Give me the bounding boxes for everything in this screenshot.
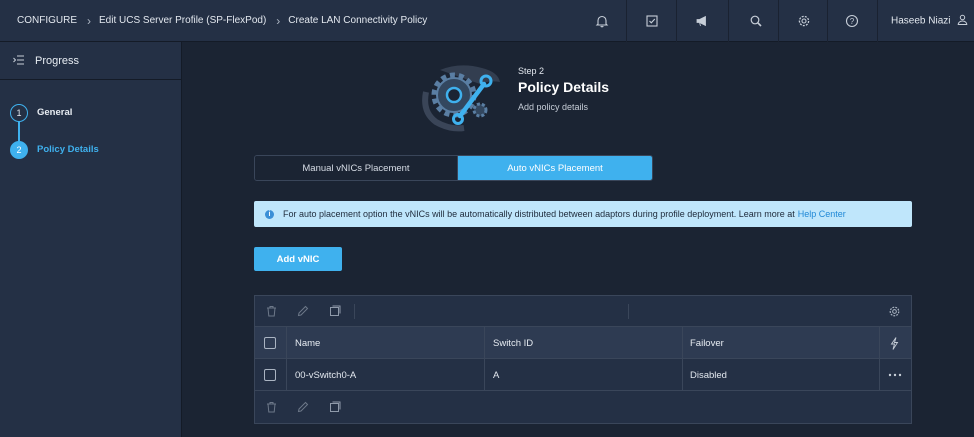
table-toolbar xyxy=(255,296,911,327)
table-header: Name Switch ID Failover xyxy=(255,327,911,359)
progress-sidebar: Progress 1 General 2 Policy Details xyxy=(0,42,182,437)
step-label: Policy Details xyxy=(37,144,99,155)
checklist-icon[interactable] xyxy=(643,12,661,30)
vnic-table: Name Switch ID Failover 00-vSwitch0-A A … xyxy=(254,295,912,424)
cell-switch-id: A xyxy=(493,369,500,381)
chevron-right-icon: › xyxy=(276,13,281,28)
table-bottom-toolbar xyxy=(255,392,911,424)
svg-text:?: ? xyxy=(850,17,855,26)
column-failover[interactable]: Failover xyxy=(690,327,724,359)
info-banner: i For auto placement option the vNICs wi… xyxy=(254,201,912,227)
manual-placement-tab[interactable]: Manual vNICs Placement xyxy=(255,156,458,180)
add-vnic-button[interactable]: Add vNIC xyxy=(254,247,342,271)
help-icon[interactable]: ? xyxy=(843,12,861,30)
table-row[interactable]: 00-vSwitch0-A A Disabled xyxy=(255,359,911,391)
step-general[interactable]: 1 General xyxy=(0,94,181,131)
gear-wrench-illustration-icon xyxy=(420,62,508,132)
clone-icon[interactable] xyxy=(328,400,342,414)
edit-icon[interactable] xyxy=(296,304,310,318)
clone-icon[interactable] xyxy=(328,304,342,318)
info-icon: i xyxy=(265,209,274,219)
gear-icon[interactable] xyxy=(795,12,813,30)
user-icon xyxy=(957,14,968,28)
collapse-menu-icon[interactable] xyxy=(13,52,25,70)
cell-failover: Disabled xyxy=(690,369,727,381)
chevron-right-icon: › xyxy=(87,13,91,28)
user-name: Haseeb Niazi xyxy=(891,15,951,27)
user-menu[interactable]: Haseeb Niazi xyxy=(891,14,968,28)
banner-text: For auto placement option the vNICs will… xyxy=(283,209,795,219)
progress-title: Progress xyxy=(35,54,80,67)
column-actions-lightning-icon xyxy=(890,327,899,359)
step-policy-details[interactable]: 2 Policy Details xyxy=(0,131,181,168)
help-center-link[interactable]: Help Center xyxy=(798,209,846,219)
megaphone-icon[interactable] xyxy=(693,12,711,30)
breadcrumb-edit-profile[interactable]: Edit UCS Server Profile (SP-FlexPod) xyxy=(99,15,266,26)
row-more-actions-icon[interactable] xyxy=(888,359,902,391)
cell-name: 00-vSwitch0-A xyxy=(295,369,357,381)
page-title: Policy Details xyxy=(518,79,610,95)
step-number: 2 xyxy=(10,140,28,159)
bell-icon[interactable] xyxy=(593,12,611,30)
breadcrumb-configure[interactable]: CONFIGURE xyxy=(17,15,77,26)
step-label: General xyxy=(37,107,73,118)
search-icon[interactable] xyxy=(747,12,765,30)
progress-header: Progress xyxy=(0,42,181,80)
edit-icon[interactable] xyxy=(296,400,310,414)
step-indicator: Step 2 xyxy=(518,66,545,76)
column-name[interactable]: Name xyxy=(295,327,320,359)
delete-icon[interactable] xyxy=(264,304,278,318)
step-number: 1 xyxy=(10,103,28,122)
row-checkbox[interactable] xyxy=(264,359,276,391)
table-settings-gear-icon[interactable] xyxy=(887,304,901,318)
auto-placement-tab[interactable]: Auto vNICs Placement xyxy=(457,156,652,180)
select-all-checkbox[interactable] xyxy=(264,327,276,359)
column-switch-id[interactable]: Switch ID xyxy=(493,327,533,359)
vnic-placement-toggle: Manual vNICs Placement Auto vNICs Placem… xyxy=(254,155,653,181)
delete-icon[interactable] xyxy=(264,400,278,414)
top-bar: CONFIGURE › Edit UCS Server Profile (SP-… xyxy=(0,0,974,42)
breadcrumb: CONFIGURE › Edit UCS Server Profile (SP-… xyxy=(0,14,427,28)
breadcrumb-current: Create LAN Connectivity Policy xyxy=(288,15,428,26)
page-subtitle: Add policy details xyxy=(518,102,589,112)
